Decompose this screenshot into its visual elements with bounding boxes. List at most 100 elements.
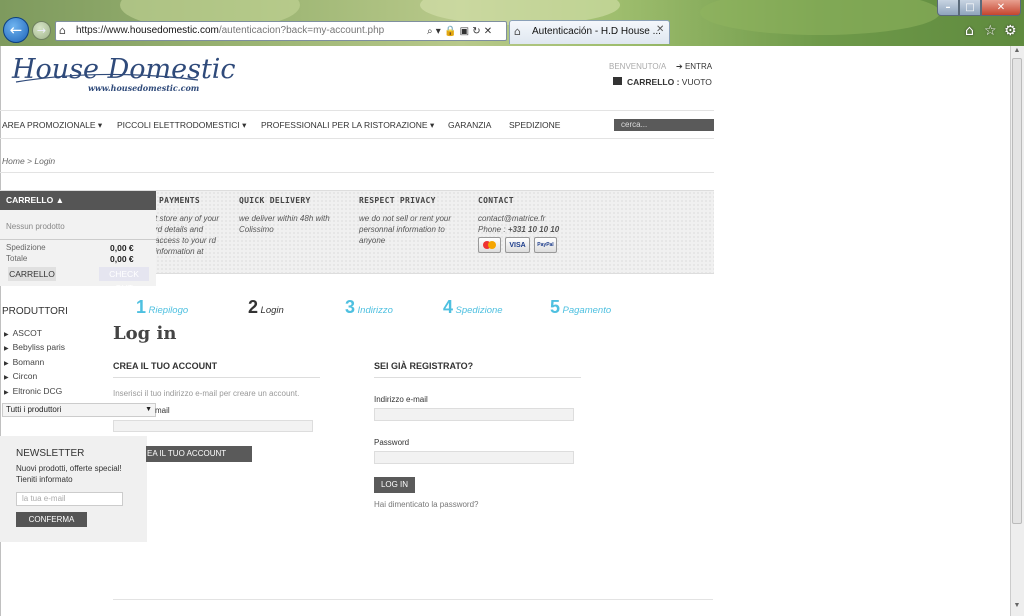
step-label: Pagamento bbox=[562, 305, 612, 316]
cart-total-label: Totale bbox=[6, 254, 28, 263]
checkout-button[interactable]: CHECK OUT bbox=[99, 267, 149, 293]
tab-favicon-icon: ⌂ bbox=[514, 25, 521, 38]
triangle-right-icon: ▶ bbox=[4, 361, 9, 367]
back-button[interactable]: ← bbox=[3, 17, 29, 43]
producer-item[interactable]: ▶ ASCOT bbox=[4, 328, 42, 338]
step-label: Login bbox=[260, 305, 284, 316]
divider bbox=[113, 599, 713, 600]
breadcrumb[interactable]: Home > Login bbox=[2, 156, 55, 166]
cart-shipping-label: Spedizione bbox=[6, 243, 46, 252]
url-path: /autenticacion?back=my-account.php bbox=[218, 25, 385, 36]
producer-item[interactable]: ▶ Circon bbox=[4, 371, 37, 381]
step-shipping[interactable]: 4 Spedizione bbox=[443, 297, 503, 318]
home-icon[interactable]: ⌂ bbox=[965, 23, 974, 39]
site-logo[interactable]: House Domestic www.housedomestic.com bbox=[12, 54, 236, 104]
minimize-button[interactable]: – bbox=[937, 0, 959, 16]
producer-item[interactable]: ▶ Bomann bbox=[4, 357, 44, 367]
producer-item[interactable]: ▶ Bebyliss paris bbox=[4, 342, 65, 352]
newsletter-confirm-button[interactable]: CONFERMA bbox=[16, 512, 87, 527]
triangle-right-icon: ▶ bbox=[4, 375, 9, 381]
divider bbox=[0, 110, 714, 111]
header-cart[interactable]: CARRELLO : VUOTO bbox=[613, 77, 712, 87]
step-payment[interactable]: 5 Pagamento bbox=[550, 297, 611, 318]
cart-block-title[interactable]: CARRELLO ▲ bbox=[0, 191, 156, 210]
newsletter-text: Nuovi prodotti, offerte special! Tieniti… bbox=[16, 464, 122, 484]
phone-number: +331 10 10 10 bbox=[507, 225, 560, 234]
scrollbar-thumb[interactable] bbox=[1012, 58, 1022, 524]
divider bbox=[0, 138, 714, 139]
logo-subtitle: www.housedomestic.com bbox=[88, 83, 200, 93]
step-summary[interactable]: 1 Riepilogo bbox=[136, 297, 188, 318]
scroll-up-arrow-icon[interactable]: ▲ bbox=[1012, 47, 1022, 57]
favorites-star-icon[interactable]: ☆ bbox=[984, 23, 997, 39]
login-link-label: ENTRA bbox=[684, 62, 713, 71]
mastercard-icon bbox=[478, 237, 501, 253]
tab-title: Autenticación - H.D House ... bbox=[532, 26, 661, 37]
url-prefix: https://www. bbox=[76, 25, 130, 36]
login-button[interactable]: LOG IN bbox=[374, 477, 415, 493]
info-delivery: QUICK DELIVERY we deliver within 48h wit… bbox=[239, 196, 357, 235]
menu-item-warranty[interactable]: GARANZIA bbox=[448, 120, 491, 130]
step-number: 3 bbox=[345, 297, 356, 317]
info-contact-heading: CONTACT bbox=[478, 196, 514, 205]
back-arrow-icon: ← bbox=[9, 21, 23, 39]
address-bar-icons[interactable]: ⌕ ▾ 🔒 ▣ ↻ ✕ bbox=[427, 22, 505, 40]
tab-close-icon[interactable]: ✕ bbox=[656, 24, 664, 35]
divider bbox=[113, 377, 320, 378]
divider bbox=[0, 172, 714, 173]
header-cart-label: CARRELLO : bbox=[627, 77, 680, 87]
producers-select[interactable]: Tutti i produttori ▼ bbox=[2, 403, 156, 417]
welcome-text: BENVENUTO/A bbox=[609, 62, 667, 71]
producer-label: ASCOT bbox=[12, 328, 42, 338]
create-email-field[interactable] bbox=[113, 420, 313, 432]
divider bbox=[374, 377, 581, 378]
producer-label: Eltronic DCG bbox=[12, 386, 63, 396]
maximize-button[interactable]: □ bbox=[959, 0, 981, 16]
forward-arrow-icon: → bbox=[36, 24, 47, 37]
step-number: 2 bbox=[248, 297, 259, 317]
info-contact-phone: Phone : +331 10 10 10 bbox=[478, 224, 596, 235]
newsletter-title: NEWSLETTER bbox=[16, 448, 85, 459]
create-email-label: mail bbox=[155, 406, 170, 415]
email-field[interactable] bbox=[374, 408, 574, 421]
info-privacy-heading: RESPECT PRIVACY bbox=[359, 196, 436, 205]
step-number: 5 bbox=[550, 297, 561, 317]
info-contact: CONTACT contact@matrice.fr Phone : +331 … bbox=[478, 196, 596, 235]
producer-item[interactable]: ▶ Eltronic DCG bbox=[4, 386, 62, 396]
cart-shipping-value: 0,00 € bbox=[110, 243, 134, 253]
info-delivery-text: we deliver within 48h with Colissimo bbox=[239, 214, 330, 234]
newsletter-email-input[interactable]: la tua e-mail bbox=[16, 492, 123, 506]
browser-tab[interactable]: Autenticación - H.D House ... bbox=[509, 20, 670, 44]
registered-heading: SEI GIÀ REGISTRATO? bbox=[374, 361, 474, 371]
logo-swoosh bbox=[15, 73, 199, 83]
step-address[interactable]: 3 Indirizzo bbox=[345, 297, 393, 318]
menu-item-shipping[interactable]: SPEDIZIONE bbox=[509, 120, 560, 130]
menu-item-promo[interactable]: AREA PROMOZIONALE ▾ bbox=[2, 120, 102, 131]
page-icon: ⌂ bbox=[59, 24, 66, 37]
create-account-description: Inserisci il tuo indirizzo e-mail per cr… bbox=[113, 389, 300, 398]
triangle-right-icon: ▶ bbox=[4, 332, 9, 338]
scroll-down-arrow-icon[interactable]: ▼ bbox=[1012, 602, 1022, 612]
login-link[interactable]: ➔ ENTRA bbox=[676, 62, 712, 71]
menu-item-professional[interactable]: PROFESSIONALI PER LA RISTORAZIONE ▾ bbox=[261, 120, 434, 131]
cart-empty-text: Nessun prodotto bbox=[6, 222, 65, 231]
close-window-button[interactable]: ✕ bbox=[981, 0, 1021, 16]
forgot-password-link[interactable]: Hai dimenticato la password? bbox=[374, 500, 479, 509]
info-privacy: RESPECT PRIVACY we do not sell or rent y… bbox=[359, 196, 477, 246]
cart-button[interactable]: CARRELLO bbox=[8, 267, 56, 281]
step-label: Spedizione bbox=[455, 305, 503, 316]
producer-label: Bomann bbox=[12, 357, 45, 367]
page-title: Log in bbox=[113, 323, 177, 344]
header-cart-value: VUOTO bbox=[681, 77, 712, 87]
create-account-button[interactable]: EA IL TUO ACCOUNT bbox=[146, 446, 252, 462]
menu-item-small-appliances[interactable]: PICCOLI ELETTRODOMESTICI ▾ bbox=[117, 120, 246, 131]
settings-gear-icon[interactable]: ⚙ bbox=[1004, 23, 1017, 39]
password-field[interactable] bbox=[374, 451, 574, 464]
forward-button[interactable]: → bbox=[32, 21, 51, 40]
search-input[interactable]: cerca... bbox=[614, 119, 714, 131]
cart-icon bbox=[613, 77, 622, 85]
info-privacy-text: we do not sell or rent your personnal in… bbox=[359, 214, 452, 245]
info-contact-email[interactable]: contact@matrice.fr bbox=[478, 213, 596, 224]
info-payments-text: t store any of your rd details and acces… bbox=[155, 214, 220, 256]
chevron-down-icon: ▼ bbox=[145, 406, 152, 413]
